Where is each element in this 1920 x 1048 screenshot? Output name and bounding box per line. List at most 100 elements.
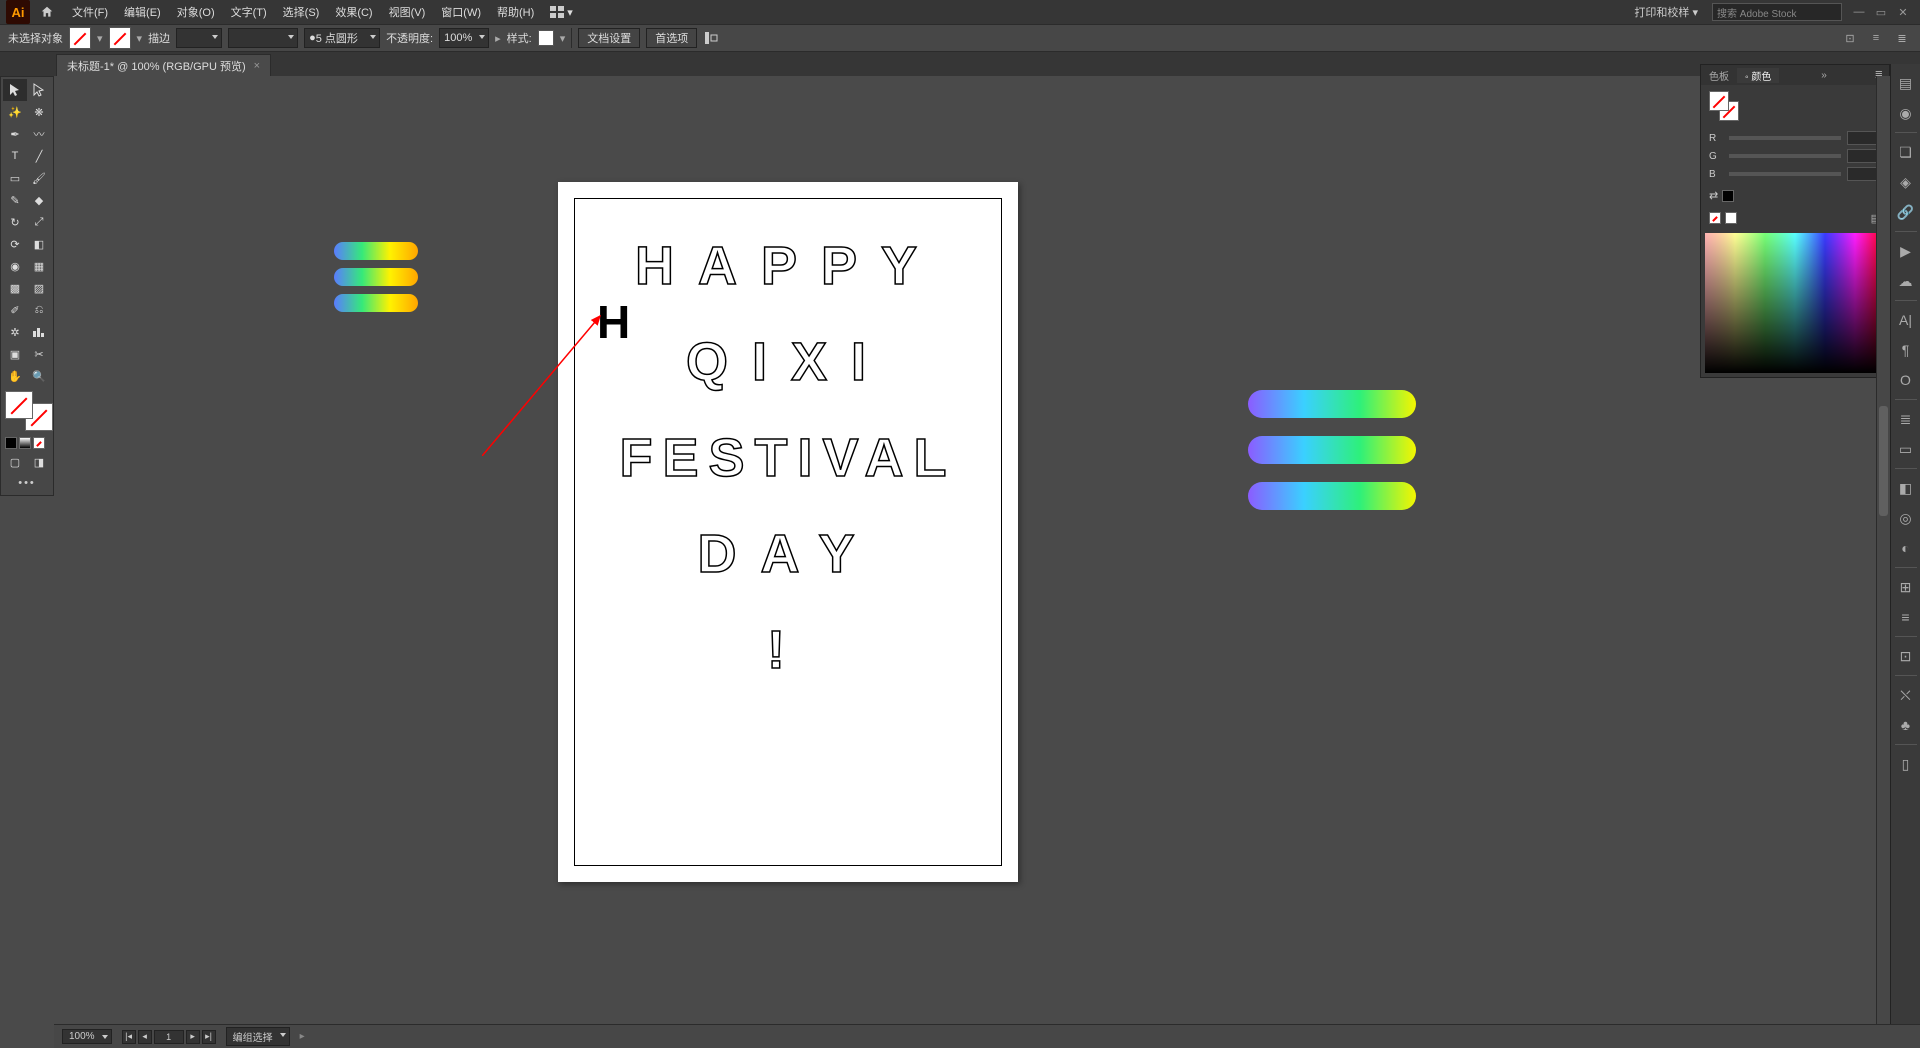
menu-edit[interactable]: 编辑(E) bbox=[116, 0, 169, 24]
scrollbar-thumb[interactable] bbox=[1879, 406, 1888, 516]
screen-mode-toggle[interactable]: ◨ bbox=[27, 451, 51, 473]
menu-window[interactable]: 窗口(W) bbox=[433, 0, 489, 24]
free-transform-tool[interactable]: ◧ bbox=[27, 233, 51, 255]
opacity-input[interactable]: 100% bbox=[439, 28, 489, 48]
none-mode-icon[interactable] bbox=[33, 437, 45, 449]
column-graph-tool[interactable] bbox=[27, 321, 51, 343]
b-slider[interactable] bbox=[1729, 172, 1841, 176]
black-swatch[interactable] bbox=[1722, 190, 1734, 202]
pen-tool[interactable]: ✒ bbox=[3, 123, 27, 145]
color-wheel-icon[interactable]: ◉ bbox=[1894, 101, 1918, 125]
align-icon[interactable] bbox=[703, 30, 719, 46]
shape-builder-tool[interactable]: ◉ bbox=[3, 255, 27, 277]
lasso-tool[interactable]: ❋ bbox=[27, 101, 51, 123]
none-swatch[interactable] bbox=[1709, 212, 1721, 224]
fill-color-indicator[interactable] bbox=[1709, 91, 1729, 111]
more-icon[interactable]: ≣ bbox=[1892, 28, 1912, 48]
brush-definition[interactable]: ● 5 点圆形 bbox=[304, 28, 380, 48]
zoom-tool[interactable]: 🔍 bbox=[27, 365, 51, 387]
symbols-panel-icon[interactable]: ⊞ bbox=[1894, 575, 1918, 599]
perspective-grid-tool[interactable]: ▦ bbox=[27, 255, 51, 277]
artboard-tool[interactable]: ▣ bbox=[3, 343, 27, 365]
scale-tool[interactable]: ⤢ bbox=[27, 211, 51, 233]
artboards-panel-icon[interactable]: ▯ bbox=[1894, 752, 1918, 776]
vertical-scrollbar[interactable] bbox=[1876, 76, 1890, 1024]
align-panel-icon[interactable]: ≣ bbox=[1894, 407, 1918, 431]
transform-panel-icon[interactable]: ▭ bbox=[1894, 437, 1918, 461]
mesh-tool[interactable]: ▩ bbox=[3, 277, 27, 299]
rectangle-tool[interactable]: ▭ bbox=[3, 167, 27, 189]
shaper-tool[interactable]: ✎ bbox=[3, 189, 27, 211]
swap-colors-icon[interactable]: ⇄ bbox=[1709, 189, 1718, 202]
variable-width-profile[interactable] bbox=[228, 28, 298, 48]
color-tab[interactable]: ◦ 颜色 bbox=[1737, 68, 1779, 83]
zoom-dropdown[interactable]: 100% bbox=[62, 1029, 112, 1044]
transform-panel-icon[interactable]: ⊡ bbox=[1840, 28, 1860, 48]
menu-arrange[interactable]: ▾ bbox=[542, 0, 581, 24]
eraser-tool[interactable]: ◆ bbox=[27, 189, 51, 211]
properties-panel-icon[interactable]: ▤ bbox=[1894, 71, 1918, 95]
gradient-mode-icon[interactable] bbox=[19, 437, 31, 449]
menu-object[interactable]: 对象(O) bbox=[169, 0, 223, 24]
appearance-panel-icon[interactable]: ◎ bbox=[1894, 506, 1918, 530]
asset-export-icon[interactable]: ♣ bbox=[1894, 713, 1918, 737]
type-tool[interactable]: T bbox=[3, 145, 27, 167]
gradient-tool[interactable]: ▨ bbox=[27, 277, 51, 299]
close-tab-icon[interactable]: × bbox=[254, 60, 260, 72]
menu-effect[interactable]: 效果(C) bbox=[327, 0, 380, 24]
symbol-sprayer-tool[interactable]: ✲ bbox=[3, 321, 27, 343]
last-artboard-icon[interactable]: ▸| bbox=[202, 1030, 216, 1044]
menu-type[interactable]: 文字(T) bbox=[223, 0, 275, 24]
home-icon[interactable] bbox=[36, 1, 58, 23]
pathfinder-panel-icon[interactable]: ◧ bbox=[1894, 476, 1918, 500]
edit-toolbar-icon[interactable]: ••• bbox=[3, 473, 51, 493]
menu-view[interactable]: 视图(V) bbox=[381, 0, 434, 24]
line-segment-tool[interactable]: ╱ bbox=[27, 145, 51, 167]
libraries-icon[interactable]: ▶ bbox=[1894, 239, 1918, 263]
menu-file[interactable]: 文件(F) bbox=[64, 0, 116, 24]
panel-collapse-icon[interactable]: » bbox=[1815, 70, 1833, 81]
slice-tool[interactable]: ✂ bbox=[27, 343, 51, 365]
artboard-number[interactable]: 1 bbox=[154, 1030, 184, 1044]
fill-swatch[interactable] bbox=[69, 27, 91, 49]
screen-mode-normal[interactable]: ▢ bbox=[3, 451, 27, 473]
g-slider[interactable] bbox=[1729, 154, 1841, 158]
next-artboard-icon[interactable]: ▸ bbox=[186, 1030, 200, 1044]
blend-tool[interactable]: ⎌ bbox=[27, 299, 51, 321]
fill-stroke-indicator[interactable] bbox=[5, 391, 53, 431]
stock-search[interactable]: 搜索 Adobe Stock bbox=[1712, 3, 1842, 21]
maximize-icon[interactable]: ▭ bbox=[1870, 1, 1892, 23]
first-artboard-icon[interactable]: |◂ bbox=[122, 1030, 136, 1044]
rotate-tool[interactable]: ↻ bbox=[3, 211, 27, 233]
puppet-icon[interactable]: ⛌ bbox=[1894, 683, 1918, 707]
tool-status[interactable]: 编组选择 bbox=[226, 1027, 290, 1046]
stroke-weight-input[interactable] bbox=[176, 28, 222, 48]
preferences-button[interactable]: 首选项 bbox=[646, 28, 697, 48]
width-tool[interactable]: ⟳ bbox=[3, 233, 27, 255]
white-swatch[interactable] bbox=[1725, 212, 1737, 224]
prev-artboard-icon[interactable]: ◂ bbox=[138, 1030, 152, 1044]
minimize-icon[interactable]: — bbox=[1848, 1, 1870, 23]
selection-tool[interactable] bbox=[3, 79, 27, 101]
paintbrush-tool[interactable]: 🖌 bbox=[27, 167, 51, 189]
r-slider[interactable] bbox=[1729, 136, 1841, 140]
color-spectrum[interactable] bbox=[1705, 233, 1885, 373]
document-setup-button[interactable]: 文档设置 bbox=[578, 28, 640, 48]
style-swatch[interactable] bbox=[538, 30, 554, 46]
menu-select[interactable]: 选择(S) bbox=[275, 0, 328, 24]
stroke-swatch[interactable] bbox=[109, 27, 131, 49]
magic-wand-tool[interactable]: ✨ bbox=[3, 101, 27, 123]
color-mode-icon[interactable] bbox=[5, 437, 17, 449]
stroke-panel-icon[interactable]: ◈ bbox=[1894, 170, 1918, 194]
paragraph-panel-icon[interactable]: ¶ bbox=[1894, 338, 1918, 362]
canvas[interactable]: HAPPY H QIXI FESTIVAL DAY ! bbox=[54, 76, 1890, 1024]
links-panel-icon[interactable]: 🔗 bbox=[1894, 200, 1918, 224]
actions-panel-icon[interactable]: ⊡ bbox=[1894, 644, 1918, 668]
menu-help[interactable]: 帮助(H) bbox=[489, 0, 542, 24]
cc-libraries-icon[interactable]: ☁ bbox=[1894, 269, 1918, 293]
brushes-panel-icon[interactable]: ≡ bbox=[1894, 605, 1918, 629]
align-panel-icon[interactable]: ≡ bbox=[1866, 28, 1886, 48]
layers-panel-icon[interactable]: ❏ bbox=[1894, 140, 1918, 164]
curvature-tool[interactable]: 〰 bbox=[27, 123, 51, 145]
opentype-panel-icon[interactable]: O bbox=[1894, 368, 1918, 392]
